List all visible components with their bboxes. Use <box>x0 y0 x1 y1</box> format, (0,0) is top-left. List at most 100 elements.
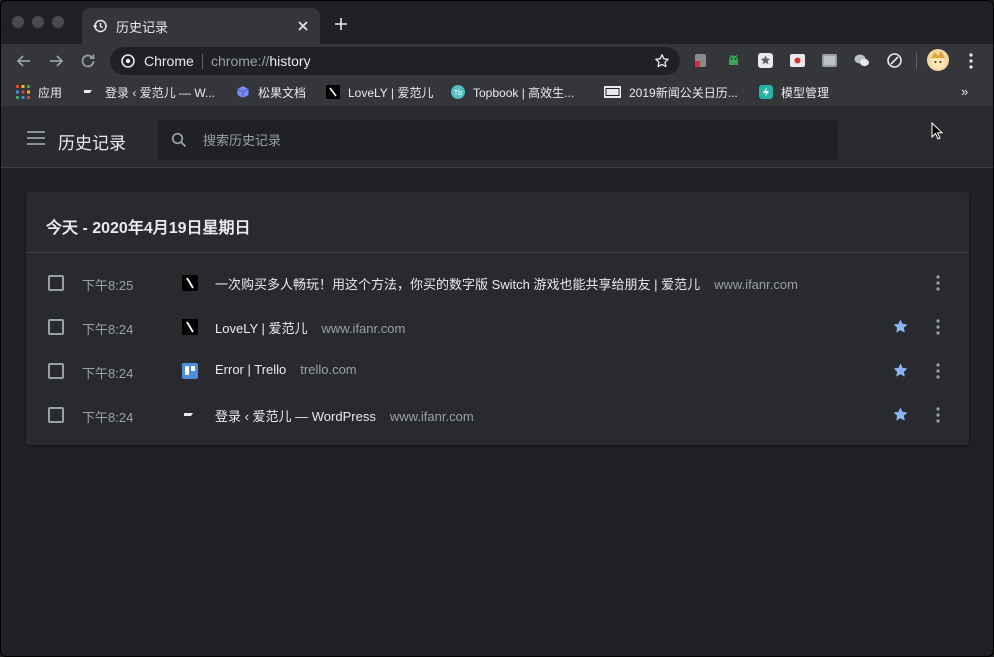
omnibox[interactable]: Chrome chrome://history <box>110 47 680 75</box>
ifanr-icon <box>182 275 198 291</box>
menu-icon[interactable] <box>27 131 45 145</box>
svg-text:Tb: Tb <box>454 90 462 97</box>
prn-icon <box>604 86 621 98</box>
tab-title: 历史记录 <box>116 20 169 35</box>
ifanr-icon <box>84 90 92 93</box>
row-domain: www.ifanr.com <box>389 409 474 424</box>
url-host: history <box>269 53 311 69</box>
bookmark-prn[interactable]: 2019新闻公关日历... <box>604 84 738 100</box>
forward-arrow-icon[interactable] <box>46 51 66 71</box>
red-extension-icon[interactable] <box>692 52 709 69</box>
history-row[interactable]: 下午8:24 Error | Trello trello.com <box>26 349 969 393</box>
search-input[interactable] <box>203 120 823 160</box>
bookmark-songguo[interactable]: 松果文档 <box>236 84 306 100</box>
card-divider <box>26 252 969 253</box>
row-title: Error | Trello <box>215 362 287 377</box>
page-title: 历史记录 <box>58 134 126 153</box>
title-bar: 历史记录 <box>0 0 994 44</box>
row-link[interactable]: Error | Trello trello.com <box>215 362 357 377</box>
row-domain: www.ifanr.com <box>321 321 406 336</box>
wechat-extension-icon[interactable] <box>853 52 870 69</box>
bookmark-label: 松果文档 <box>258 85 307 100</box>
more-vert-icon[interactable] <box>932 274 944 292</box>
toolbar-divider <box>916 53 917 69</box>
ifanr-icon <box>184 413 193 416</box>
avatar[interactable] <box>927 49 949 71</box>
image-extension-icon[interactable] <box>821 52 838 69</box>
row-checkbox[interactable] <box>48 319 64 335</box>
ifanr-icon <box>326 85 340 99</box>
bookmarked-star-icon[interactable] <box>892 406 909 423</box>
history-row[interactable]: 下午8:24 LoveLY | 爱范儿 www.ifanr.com <box>26 305 969 349</box>
row-checkbox[interactable] <box>48 363 64 379</box>
omnibox-url[interactable]: chrome://history <box>211 53 311 69</box>
avatar-face-icon <box>931 51 945 69</box>
omnibox-chip: Chrome <box>144 53 194 69</box>
search-box[interactable] <box>158 120 838 160</box>
row-link[interactable]: LoveLY | 爱范儿 www.ifanr.com <box>215 318 405 337</box>
history-row[interactable]: 下午8:25 一次购买多人畅玩！用这个方法，你买的数字版 Switch 游戏也能… <box>26 261 969 305</box>
bookmark-apps[interactable]: 应用 <box>16 84 62 100</box>
row-time: 下午8:24 <box>82 322 134 337</box>
more-vert-icon[interactable] <box>932 362 944 380</box>
history-row[interactable]: 下午8:24 登录 ‹ 爱范儿 — WordPress www.ifanr.com <box>26 393 969 437</box>
row-time: 下午8:25 <box>82 278 134 293</box>
new-tab-icon[interactable] <box>332 15 350 33</box>
bookmark-ifanr-login[interactable]: 登录 ‹ 爱范儿 — W... <box>83 84 215 100</box>
close-icon[interactable] <box>294 17 312 35</box>
bookmark-star-icon[interactable] <box>654 53 670 69</box>
chrome-logo-icon <box>121 54 135 68</box>
bookmark-topbook[interactable]: Tb Topbook | 高效生... <box>451 84 574 100</box>
tab-history[interactable]: 历史记录 <box>82 8 320 44</box>
bookmark-label: 应用 <box>38 85 63 100</box>
minimize-window-button[interactable] <box>32 16 44 28</box>
history-toolbar: 历史记录 <box>0 106 994 168</box>
search-icon <box>171 132 187 148</box>
close-window-button[interactable] <box>12 16 24 28</box>
more-vert-icon[interactable] <box>963 52 979 70</box>
row-domain: trello.com <box>300 362 357 377</box>
bookmark-label: Topbook | 高效生... <box>473 85 575 100</box>
shield-extension-icon[interactable] <box>886 52 903 69</box>
topbook-icon: Tb <box>451 85 465 99</box>
row-title: 一次购买多人畅玩！用这个方法，你买的数字版 Switch 游戏也能共享给朋友 |… <box>215 277 701 292</box>
row-title: LoveLY | 爱范儿 <box>215 321 308 336</box>
back-arrow-icon[interactable] <box>14 51 34 71</box>
bookmark-label: 模型管理 <box>781 85 830 100</box>
row-time: 下午8:24 <box>82 366 134 381</box>
red-dot-extension-icon[interactable] <box>789 52 806 69</box>
history-icon <box>93 19 107 33</box>
apps-grid-icon <box>16 85 30 99</box>
bookmarked-star-icon[interactable] <box>892 318 909 335</box>
bookmark-model-manage[interactable]: 模型管理 <box>759 84 829 100</box>
row-checkbox[interactable] <box>48 407 64 423</box>
cube-icon <box>237 86 249 98</box>
bookmarked-star-icon[interactable] <box>892 362 909 379</box>
row-title: 登录 ‹ 爱范儿 — WordPress <box>215 409 376 424</box>
ifanr-icon <box>182 319 198 335</box>
bookmark-label: 2019新闻公关日历... <box>629 85 738 100</box>
trello-icon <box>182 363 198 379</box>
bookmark-lovely[interactable]: LoveLY | 爱范儿 <box>326 84 433 100</box>
row-checkbox[interactable] <box>48 275 64 291</box>
row-time: 下午8:24 <box>82 410 134 425</box>
bookmark-label: 登录 ‹ 爱范儿 — W... <box>105 85 215 100</box>
lightning-icon <box>759 85 773 99</box>
more-vert-icon[interactable] <box>932 318 944 336</box>
row-domain: www.ifanr.com <box>714 277 798 292</box>
history-card: 今天 - 2020年4月19日星期日 下午8:25 一次购买多人畅玩！用这个方法… <box>26 192 969 445</box>
zoom-window-button[interactable] <box>52 16 64 28</box>
bookmarks-bar: 应用 登录 ‹ 爱范儿 — W... 松果文档 LoveLY | 爱范儿 Tb … <box>0 78 994 106</box>
row-link[interactable]: 登录 ‹ 爱范儿 — WordPress www.ifanr.com <box>215 406 474 425</box>
url-scheme: chrome:// <box>211 53 270 69</box>
reload-icon[interactable] <box>78 51 98 71</box>
more-vert-icon[interactable] <box>932 406 944 424</box>
android-extension-icon[interactable] <box>725 52 742 69</box>
mouse-cursor-icon <box>931 122 943 140</box>
bookmarks-more-button[interactable]: » <box>961 84 968 99</box>
date-header: 今天 - 2020年4月19日星期日 <box>46 220 251 237</box>
toolbar: Chrome chrome://history <box>0 44 994 78</box>
omnibox-divider <box>202 54 203 69</box>
row-link[interactable]: 一次购买多人畅玩！用这个方法，你买的数字版 Switch 游戏也能共享给朋友 |… <box>215 274 798 293</box>
star-extension-icon[interactable] <box>757 52 774 69</box>
